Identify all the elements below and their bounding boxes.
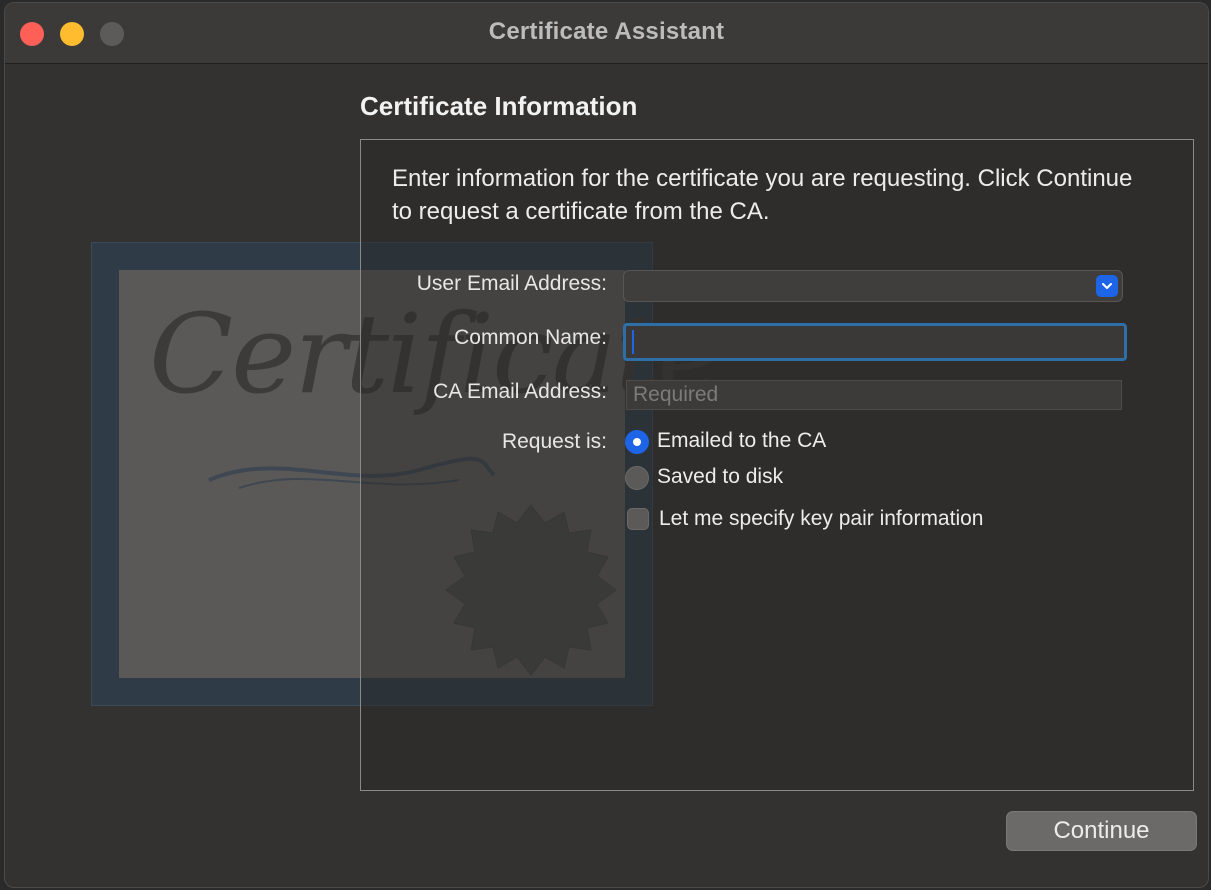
radio-emailed-label[interactable]: Emailed to the CA bbox=[657, 429, 826, 453]
certificate-info-panel: Enter information for the certificate yo… bbox=[360, 139, 1194, 791]
radio-saved-to-disk[interactable] bbox=[625, 466, 649, 490]
radio-emailed-to-ca[interactable] bbox=[625, 430, 649, 454]
text-caret bbox=[632, 330, 634, 354]
user-email-select[interactable] bbox=[623, 270, 1123, 302]
common-name-label: Common Name: bbox=[454, 326, 607, 349]
intro-text: Enter information for the certificate yo… bbox=[392, 165, 1133, 225]
chevron-down-icon[interactable] bbox=[1096, 275, 1118, 297]
key-pair-label[interactable]: Let me specify key pair information bbox=[659, 507, 983, 531]
window-title: Certificate Assistant bbox=[488, 18, 725, 45]
section-title: Certificate Information bbox=[360, 91, 638, 121]
user-email-label: User Email Address: bbox=[416, 272, 607, 295]
certificate-assistant-window: Certificate Assistant Certificate Certif… bbox=[4, 2, 1209, 888]
ca-email-label: CA Email Address: bbox=[433, 380, 607, 403]
radio-selected-dot bbox=[633, 438, 641, 446]
title-bar: Certificate Assistant bbox=[5, 3, 1208, 64]
common-name-field[interactable] bbox=[623, 323, 1127, 361]
key-pair-checkbox[interactable] bbox=[627, 508, 649, 530]
radio-saved-label[interactable]: Saved to disk bbox=[657, 465, 783, 489]
ca-email-field[interactable] bbox=[626, 380, 1122, 410]
request-is-label: Request is: bbox=[501, 430, 607, 453]
continue-button[interactable]: Continue bbox=[1006, 811, 1197, 851]
